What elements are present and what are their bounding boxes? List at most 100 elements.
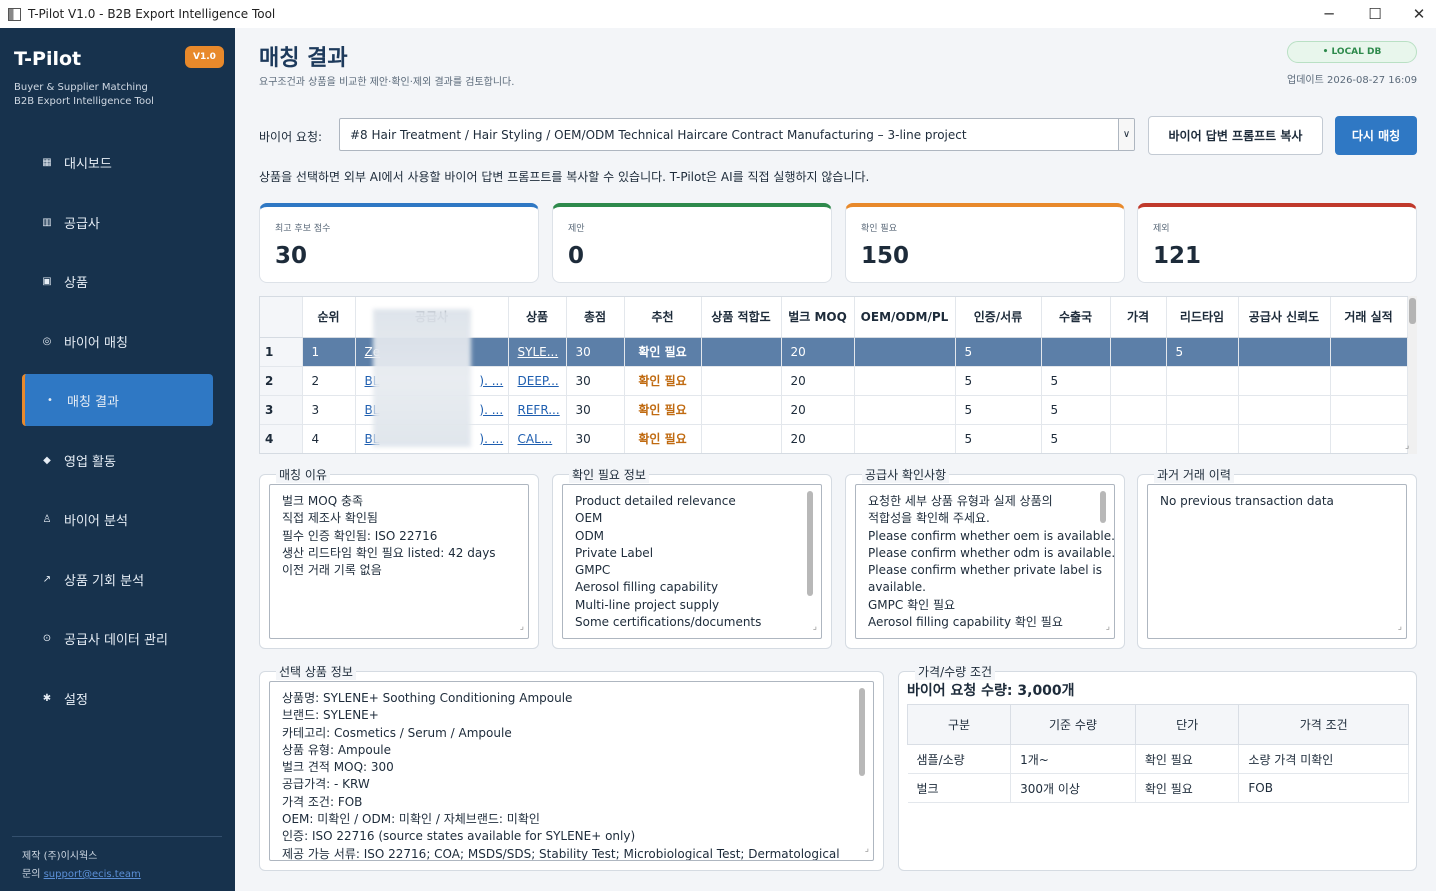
contact-link[interactable]: support@ecis.team bbox=[44, 869, 141, 880]
chevron-down-icon[interactable]: ∨ bbox=[1118, 119, 1134, 150]
price-row[interactable]: 벌크 300개 이상 확인 필요 FOB bbox=[907, 773, 1409, 803]
card-value: 30 bbox=[275, 243, 308, 269]
resize-grip-icon[interactable]: ⌟ bbox=[1106, 619, 1110, 636]
supplier-link-suffix[interactable]: ). ... bbox=[479, 374, 503, 388]
price-cell: 확인 필요 bbox=[1135, 744, 1240, 774]
table-cell bbox=[701, 395, 782, 425]
table-cell[interactable]: SYLE... bbox=[508, 337, 567, 367]
column-header[interactable]: 총점 bbox=[566, 297, 625, 338]
card-value: 121 bbox=[1153, 243, 1202, 269]
column-header[interactable]: 벌크 MOQ bbox=[781, 297, 855, 338]
resize-grip-icon[interactable]: ⌟ bbox=[520, 619, 524, 636]
table-cell: 20 bbox=[781, 395, 855, 425]
table-cell[interactable]: REFR... bbox=[508, 395, 567, 425]
table-cell bbox=[1238, 337, 1331, 367]
target-icon: ◎ bbox=[42, 335, 52, 347]
table-cell: 1 bbox=[260, 337, 303, 367]
maximize-icon[interactable]: ☐ bbox=[1352, 0, 1398, 28]
window-titlebar: T-Pilot V1.0 - B2B Export Intelligence T… bbox=[0, 0, 1436, 28]
panel-price-quantity: 가격/수량 조건 바이어 요청 수량: 3,000개 구분 기준 수량 단가 가격 조… bbox=[898, 663, 1417, 871]
brand-subtitle: Buyer & Supplier Matching bbox=[14, 82, 148, 93]
column-header[interactable]: 리드타임 bbox=[1166, 297, 1239, 338]
sidebar-item-4[interactable]: • 매칭 결과 bbox=[22, 374, 213, 426]
table-cell: 20 bbox=[781, 424, 855, 453]
table-cell: 확인 필요 bbox=[624, 395, 702, 425]
table-cell bbox=[1166, 424, 1239, 453]
resize-grip-icon[interactable]: ⌟ bbox=[1405, 441, 1409, 451]
column-header[interactable]: 거래 실적 bbox=[1330, 297, 1408, 338]
buyer-request-select[interactable]: #8 Hair Treatment / Hair Styling / OEM/O… bbox=[339, 118, 1135, 151]
copy-prompt-button[interactable]: 바이어 답변 프롬프트 복사 bbox=[1148, 116, 1323, 155]
sidebar-item-9[interactable]: ✱ 설정 bbox=[22, 672, 213, 724]
table-cell: 5 bbox=[1041, 366, 1111, 396]
scrollbar-thumb[interactable] bbox=[807, 491, 813, 596]
table-scrollbar[interactable] bbox=[1408, 296, 1417, 454]
text-line: 직접 제조사 확인됨 bbox=[282, 511, 378, 526]
column-header[interactable]: 공급사 신뢰도 bbox=[1238, 297, 1331, 338]
panel-product-info: 선택 상품 정보 상품명: SYLENE+ Soothing Condition… bbox=[259, 663, 884, 871]
column-header[interactable]: 추천 bbox=[624, 297, 702, 338]
text-line: 요청한 세부 상품 유형과 실제 상품의 bbox=[868, 494, 1053, 508]
text-line: Please confirm whether odm is available. bbox=[868, 545, 1115, 560]
window-title: T-Pilot V1.0 - B2B Export Intelligence T… bbox=[28, 7, 276, 21]
sidebar-item-7[interactable]: ↗ 상품 기회 분석 bbox=[22, 553, 213, 605]
scrollbar-thumb[interactable] bbox=[859, 688, 865, 776]
table-cell bbox=[854, 337, 956, 367]
price-cell: 소량 가격 미확인 bbox=[1238, 744, 1409, 774]
column-header[interactable]: OEM/ODM/PL bbox=[854, 297, 956, 338]
text-line: 인증: ISO 22716 (source states available f… bbox=[282, 829, 636, 844]
table-cell: 4 bbox=[302, 424, 356, 453]
price-cell: FOB bbox=[1238, 773, 1409, 803]
table-cell bbox=[1110, 424, 1167, 453]
rematch-button[interactable]: 다시 매칭 bbox=[1335, 116, 1417, 155]
column-header[interactable]: 순위 bbox=[302, 297, 356, 338]
price-row[interactable]: 샘플/소량 1개~ 확인 필요 소량 가격 미확인 bbox=[907, 744, 1409, 774]
sidebar-item-6[interactable]: ♙ 바이어 분석 bbox=[22, 493, 213, 545]
table-cell bbox=[1041, 337, 1111, 367]
sidebar-divider bbox=[12, 836, 222, 837]
table-cell bbox=[854, 366, 956, 396]
sidebar-item-3[interactable]: ◎ 바이어 매칭 bbox=[22, 315, 213, 367]
resize-grip-icon[interactable]: ⌟ bbox=[813, 619, 817, 636]
supplier-link-suffix[interactable]: ). ... bbox=[479, 403, 503, 417]
scrollbar-thumb[interactable] bbox=[1100, 491, 1106, 523]
column-header[interactable]: 인증/서류 bbox=[955, 297, 1042, 338]
column-header[interactable]: 상품 적합도 bbox=[701, 297, 782, 338]
table-cell bbox=[1110, 337, 1167, 367]
history-text[interactable]: No previous transaction data ⌟ bbox=[1147, 484, 1407, 639]
table-cell[interactable]: DEEP... bbox=[508, 366, 567, 396]
sidebar-item-label: 설정 bbox=[64, 692, 88, 708]
text-line: 벌크 견적 MOQ: 300 bbox=[282, 760, 394, 775]
sidebar-item-8[interactable]: ⊙ 공급사 데이터 관리 bbox=[22, 612, 213, 664]
credit-contact: 문의 support@ecis.team bbox=[22, 865, 141, 880]
resize-grip-icon[interactable]: ⌟ bbox=[865, 841, 869, 858]
resize-grip-icon[interactable]: ⌟ bbox=[1398, 619, 1402, 636]
sidebar-item-1[interactable]: ▥ 공급사 bbox=[22, 196, 213, 248]
needs-info-text[interactable]: Product detailed relevance OEM ODM Private … bbox=[562, 484, 822, 639]
close-icon[interactable]: ✕ bbox=[1396, 0, 1436, 28]
column-header[interactable]: 수출국 bbox=[1041, 297, 1111, 338]
prompt-notice: 상품을 선택하면 외부 AI에서 사용할 바이어 답변 프롬프트를 복사할 수 … bbox=[259, 170, 870, 184]
brand-subtitle-2: B2B Export Intelligence Tool bbox=[14, 96, 154, 107]
sidebar-item-2[interactable]: ▣ 상품 bbox=[22, 255, 213, 307]
minimize-icon[interactable]: ─ bbox=[1306, 0, 1352, 28]
sidebar-item-5[interactable]: ◆ 영업 활동 bbox=[22, 434, 213, 486]
supplier-check-text[interactable]: 요청한 세부 상품 유형과 실제 상품의 적합성을 확인해 주세요. Please … bbox=[855, 484, 1115, 639]
column-header[interactable]: 상품 bbox=[508, 297, 567, 338]
column-header[interactable]: 가격 bbox=[1110, 297, 1167, 338]
supplier-link-suffix[interactable]: ). ... bbox=[479, 432, 503, 446]
product-info-text[interactable]: 상품명: SYLENE+ Soothing Conditioning Ampou… bbox=[269, 681, 874, 861]
sidebar-item-label: 공급사 데이터 관리 bbox=[64, 632, 168, 648]
price-cell: 벌크 bbox=[907, 773, 1012, 803]
table-cell[interactable]: CAL... bbox=[508, 424, 567, 453]
text-line: 브랜드: SYLENE+ bbox=[282, 708, 379, 723]
brand-logo: T-Pilot bbox=[14, 48, 82, 70]
column-header[interactable] bbox=[260, 297, 303, 338]
redacted-supplier-names bbox=[373, 309, 471, 447]
table-cell: 20 bbox=[781, 366, 855, 396]
price-cell: 샘플/소량 bbox=[907, 744, 1012, 774]
sidebar-item-0[interactable]: ▦ 대시보드 bbox=[22, 136, 213, 188]
table-cell: 확인 필요 bbox=[624, 424, 702, 453]
match-reason-text[interactable]: 벌크 MOQ 충족 직접 제조사 확인됨 필수 인증 확인됨: ISO 22716 생… bbox=[269, 484, 529, 639]
panel-title: 매칭 이유 bbox=[276, 466, 330, 483]
